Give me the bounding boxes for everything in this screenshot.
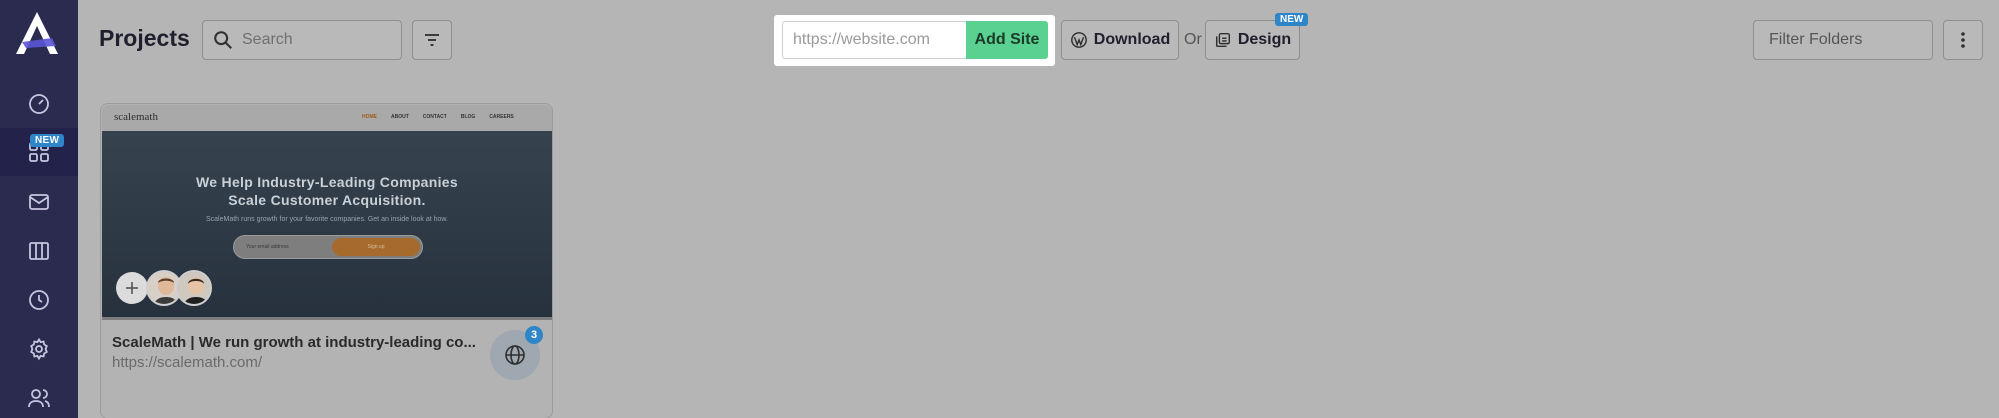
sidebar-item-boards[interactable] — [0, 227, 78, 275]
gear-icon — [30, 337, 48, 361]
download-button[interactable]: Download — [1061, 20, 1179, 60]
filter-folders-dropdown[interactable]: Filter Folders — [1753, 20, 1933, 60]
thumbnail-nav-links: HOME ABOUT CONTACT BLOG CAREERS — [362, 114, 514, 120]
search-input[interactable] — [242, 31, 392, 49]
logo-icon — [16, 12, 58, 54]
speedometer-icon — [29, 94, 49, 114]
add-site-button[interactable]: Add Site — [966, 21, 1048, 59]
new-badge: NEW — [1275, 13, 1309, 26]
download-label: Download — [1093, 31, 1171, 48]
thumbnail-navbar: scalemath HOME ABOUT CONTACT BLOG CAREER… — [102, 105, 552, 131]
thumbnail-signup-button: Sign up — [332, 238, 420, 256]
sidebar-item-history[interactable] — [0, 276, 78, 324]
design-button[interactable]: Design — [1205, 20, 1300, 60]
users-icon — [28, 389, 50, 408]
plus-icon — [126, 282, 138, 294]
app-logo[interactable] — [12, 8, 62, 60]
add-collaborator-button[interactable] — [116, 272, 148, 304]
thumbnail-nav-link: BLOG — [460, 114, 476, 120]
thumbnail-nav-link: CONTACT — [422, 114, 447, 120]
mail-icon — [29, 194, 49, 210]
thumbnail-headline: We Help Industry-Leading Companies Scale… — [102, 173, 552, 209]
columns-icon — [29, 242, 49, 260]
sidebar-item-inbox[interactable] — [0, 178, 78, 226]
design-label: Design — [1237, 31, 1292, 48]
thumbnail-signup-form: Your email address Sign up — [233, 235, 423, 259]
thumbnail-divider — [102, 317, 552, 320]
thumbnail-logo: scalemath — [114, 111, 158, 123]
sidebar-item-projects[interactable]: NEW — [0, 128, 78, 176]
sidebar-item-team[interactable] — [0, 374, 78, 418]
project-card[interactable]: scalemath HOME ABOUT CONTACT BLOG CAREER… — [100, 103, 553, 418]
layers-icon — [1215, 32, 1230, 48]
new-badge: NEW — [30, 134, 65, 147]
more-options-button[interactable] — [1943, 20, 1983, 60]
clock-icon — [29, 290, 49, 310]
project-url[interactable]: https://scalemath.com/ — [112, 354, 262, 371]
filter-icon — [425, 34, 439, 46]
site-thumbnail[interactable]: scalemath HOME ABOUT CONTACT BLOG CAREER… — [102, 105, 552, 320]
thumbnail-nav-link: ABOUT — [391, 114, 409, 120]
thumbnail-headline-line: We Help Industry-Leading Companies — [196, 174, 458, 190]
comment-count-badge: 3 — [525, 326, 543, 344]
add-site-form: Add Site — [774, 15, 1055, 66]
filter-button[interactable] — [412, 20, 452, 60]
thumbnail-subtitle: ScaleMath runs growth for your favorite … — [205, 216, 448, 223]
thumbnail-email-placeholder: Your email address — [246, 244, 289, 250]
project-title: ScaleMath | We run growth at industry-le… — [112, 334, 476, 351]
search-field[interactable] — [202, 20, 402, 60]
search-icon — [214, 31, 232, 49]
vertical-dots-icon — [1961, 32, 1965, 48]
thumbnail-headline-line: Scale Customer Acquisition. — [228, 192, 426, 208]
avatar[interactable] — [176, 270, 212, 306]
sidebar-item-dashboard[interactable] — [0, 80, 78, 128]
or-separator: Or — [1184, 31, 1202, 48]
wordpress-icon — [1070, 32, 1087, 48]
globe-icon — [505, 345, 525, 365]
page-title: Projects — [99, 25, 190, 51]
website-url-input[interactable] — [782, 21, 966, 59]
sidebar: NEW — [0, 0, 78, 418]
thumbnail-nav-link: CAREERS — [489, 114, 514, 120]
sidebar-item-settings[interactable] — [0, 325, 78, 373]
thumbnail-nav-link: HOME — [362, 114, 377, 120]
